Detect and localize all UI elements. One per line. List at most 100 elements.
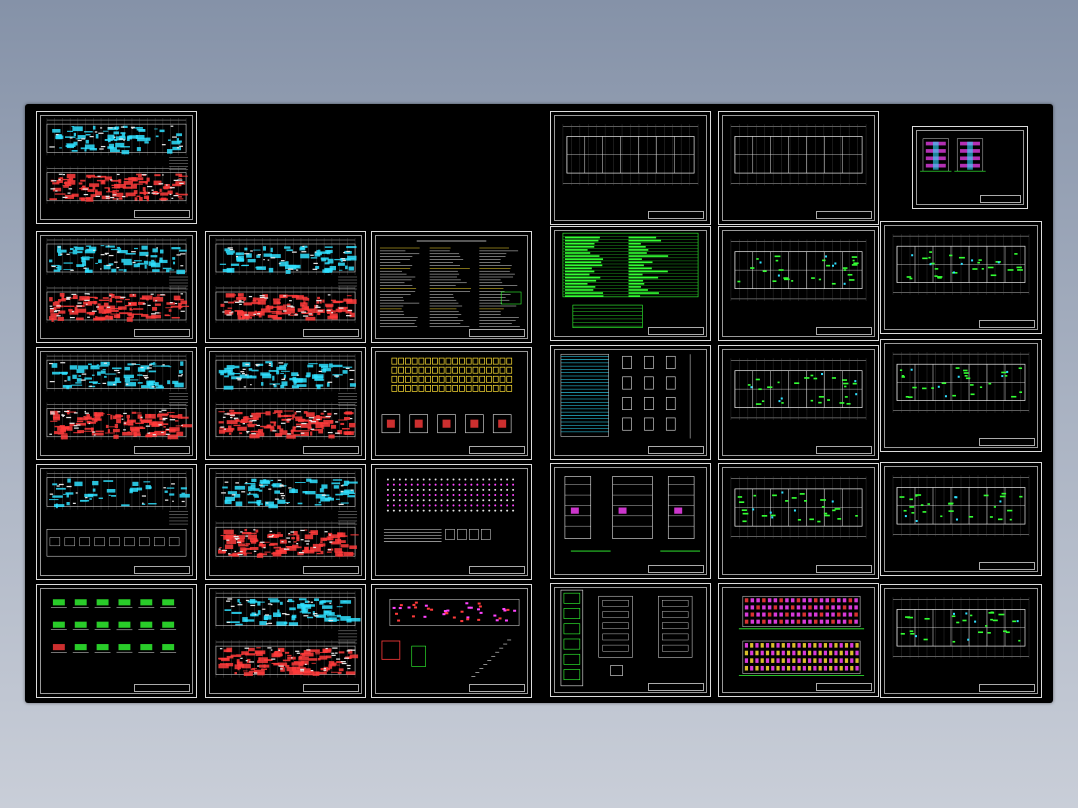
- sheet-drawing: [379, 240, 522, 327]
- sheet-drawing: [46, 238, 190, 323]
- notes-column: [338, 511, 358, 525]
- foundation-plan: [381, 357, 513, 434]
- sheet-drawing: [215, 354, 358, 440]
- drawing-sheet-s7[interactable]: [371, 347, 532, 460]
- building-sections: [564, 476, 701, 552]
- floor-plan: [215, 639, 359, 678]
- title-block: [647, 211, 704, 219]
- sheet-drawing: [562, 232, 699, 328]
- title-block: [133, 210, 190, 218]
- sheet-drawing: [738, 595, 865, 677]
- drawing-sheet-s1[interactable]: [36, 111, 197, 224]
- drawing-sheet-a9[interactable]: [880, 339, 1042, 452]
- drawing-sheet-a6[interactable]: [880, 221, 1042, 334]
- notes-column: [338, 630, 358, 644]
- floor-plan: [215, 354, 356, 392]
- floor-plan: [46, 286, 190, 323]
- notes-column: [169, 511, 189, 525]
- notes-column: [338, 393, 358, 406]
- title-block: [468, 329, 525, 337]
- drawing-sheet-s6[interactable]: [205, 347, 366, 460]
- arch-floor-plan: [730, 124, 867, 186]
- drawing-sheet-a13[interactable]: [550, 583, 711, 697]
- title-block: [978, 438, 1035, 446]
- drawing-sheet-s3[interactable]: [205, 231, 366, 343]
- drawing-sheet-s4[interactable]: [371, 231, 532, 343]
- sheet-drawing: [215, 238, 358, 323]
- drawing-sheet-s8[interactable]: [36, 464, 197, 580]
- drawing-sheet-s10[interactable]: [371, 464, 532, 580]
- elevation-thumbnails: [920, 138, 986, 172]
- drawing-sheet-a4[interactable]: [550, 226, 711, 341]
- sheet-drawing: [892, 597, 1030, 659]
- title-block: [133, 566, 190, 574]
- floor-plan: [215, 471, 358, 510]
- title-block: [815, 211, 872, 219]
- drawing-sheet-a14[interactable]: [718, 583, 879, 697]
- title-block: [815, 565, 872, 573]
- title-block: [302, 684, 359, 692]
- cad-model-space[interactable]: [25, 104, 1053, 703]
- sheet-drawing: [730, 239, 867, 301]
- sheet-drawing: [46, 354, 193, 440]
- drawing-sheet-a2[interactable]: [718, 111, 879, 225]
- notes-column: [169, 157, 189, 170]
- drawing-sheet-s2[interactable]: [36, 231, 197, 343]
- drawing-sheet-a15[interactable]: [880, 584, 1042, 698]
- drawing-sheet-s13[interactable]: [371, 584, 532, 698]
- sheet-drawing: [50, 599, 177, 653]
- title-block: [133, 446, 190, 454]
- drawing-sheet-a11[interactable]: [718, 463, 879, 579]
- floor-plan: [215, 402, 356, 440]
- title-block: [978, 562, 1035, 570]
- wall-section-details: [560, 589, 693, 687]
- drawing-sheet-s5[interactable]: [36, 347, 197, 460]
- title-block: [815, 446, 872, 454]
- drawing-sheet-a3[interactable]: [912, 126, 1028, 209]
- arch-floor-plan: [892, 475, 1030, 537]
- title-block: [815, 683, 872, 691]
- lower-plan-light: [46, 528, 187, 557]
- title-block: [468, 684, 525, 692]
- title-block: [978, 684, 1035, 692]
- drawing-sheet-a12[interactable]: [880, 462, 1042, 576]
- sheet-drawing: [381, 599, 520, 677]
- drawing-sheet-a7[interactable]: [550, 345, 711, 460]
- drawing-sheet-a5[interactable]: [718, 226, 879, 341]
- drawing-sheet-s9[interactable]: [205, 464, 366, 580]
- sheet-drawing: [730, 476, 867, 539]
- sheet-drawing: [215, 471, 359, 560]
- notes-column: [169, 276, 189, 290]
- title-block: [133, 329, 190, 337]
- notes-text: [379, 240, 522, 327]
- sheet-drawing: [730, 358, 867, 420]
- sheet-drawing: [564, 476, 701, 552]
- drawing-sheet-s12[interactable]: [205, 584, 366, 698]
- title-block: [815, 327, 872, 335]
- title-block: [647, 565, 704, 573]
- floor-plan: [46, 471, 190, 510]
- floor-plan: [215, 286, 357, 323]
- floor-plan: [46, 238, 187, 275]
- drawing-sheet-s11[interactable]: [36, 584, 197, 698]
- pile-layout: [383, 478, 515, 542]
- floor-plan: [46, 354, 187, 392]
- arch-floor-plan: [730, 476, 867, 539]
- drawing-sheet-a1[interactable]: [550, 111, 711, 225]
- floor-plan: [215, 520, 359, 560]
- arch-floor-plan: [892, 597, 1030, 659]
- schedule-table: [562, 232, 699, 328]
- arch-floor-plan: [730, 358, 867, 420]
- sheet-drawing: [215, 591, 361, 678]
- drawing-sheet-a8[interactable]: [718, 345, 879, 460]
- floor-plan: [46, 402, 193, 440]
- title-block: [468, 566, 525, 574]
- arch-floor-plan: [892, 234, 1030, 295]
- arch-floor-plan: [730, 239, 867, 301]
- title-block: [980, 195, 1021, 203]
- sheet-drawing: [381, 357, 513, 434]
- title-block: [647, 327, 704, 335]
- sheet-drawing: [560, 589, 693, 687]
- notes-column: [169, 393, 189, 406]
- drawing-sheet-a10[interactable]: [550, 463, 711, 579]
